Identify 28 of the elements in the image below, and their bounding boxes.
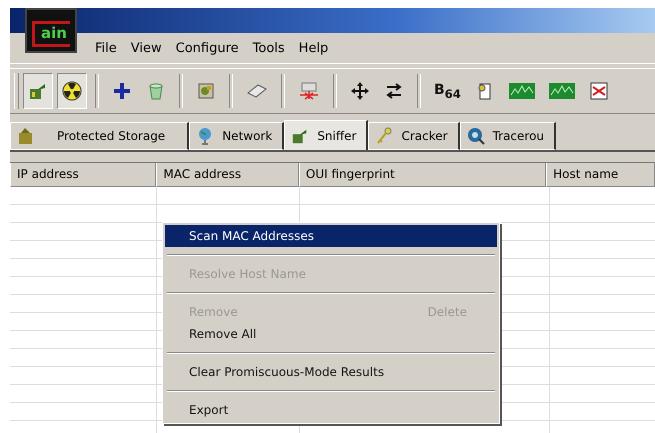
sniffer-icon bbox=[291, 126, 310, 144]
tab[interactable]: Sniffer bbox=[284, 120, 368, 150]
document-icon bbox=[588, 81, 609, 101]
tab[interactable]: Tracerou bbox=[460, 122, 556, 150]
menu-item[interactable]: Help bbox=[298, 40, 328, 56]
tab[interactable]: Cracker bbox=[368, 122, 460, 150]
sniffer-icon bbox=[28, 81, 48, 101]
network-icon bbox=[298, 81, 320, 101]
menu-item[interactable]: Export bbox=[165, 399, 497, 421]
menu-item[interactable]: Clear Promiscuous-Mode Results bbox=[165, 361, 497, 383]
chart-icon bbox=[508, 83, 535, 99]
tab[interactable]: Protected Storage bbox=[10, 122, 190, 150]
menu-item[interactable]: File bbox=[95, 40, 117, 56]
radiation-icon bbox=[62, 81, 82, 101]
menu-item[interactable]: Remove All bbox=[165, 323, 497, 345]
plus-icon bbox=[112, 81, 132, 101]
app-logo: ain bbox=[25, 8, 77, 53]
toolbar-label: B$_{64}$ bbox=[434, 82, 461, 100]
chart-icon bbox=[548, 83, 575, 99]
swap-arrows-icon bbox=[384, 81, 404, 101]
menu-item[interactable]: Configure bbox=[176, 40, 239, 56]
menu-item[interactable]: Scan MAC Addresses bbox=[165, 225, 497, 247]
move-icon bbox=[350, 81, 370, 101]
menu-item[interactable]: Tools bbox=[252, 40, 285, 56]
menu-item[interactable]: View bbox=[130, 40, 162, 56]
key-icon bbox=[375, 127, 394, 145]
tab[interactable]: Network bbox=[189, 122, 284, 150]
toolbar-button[interactable] bbox=[57, 73, 87, 109]
